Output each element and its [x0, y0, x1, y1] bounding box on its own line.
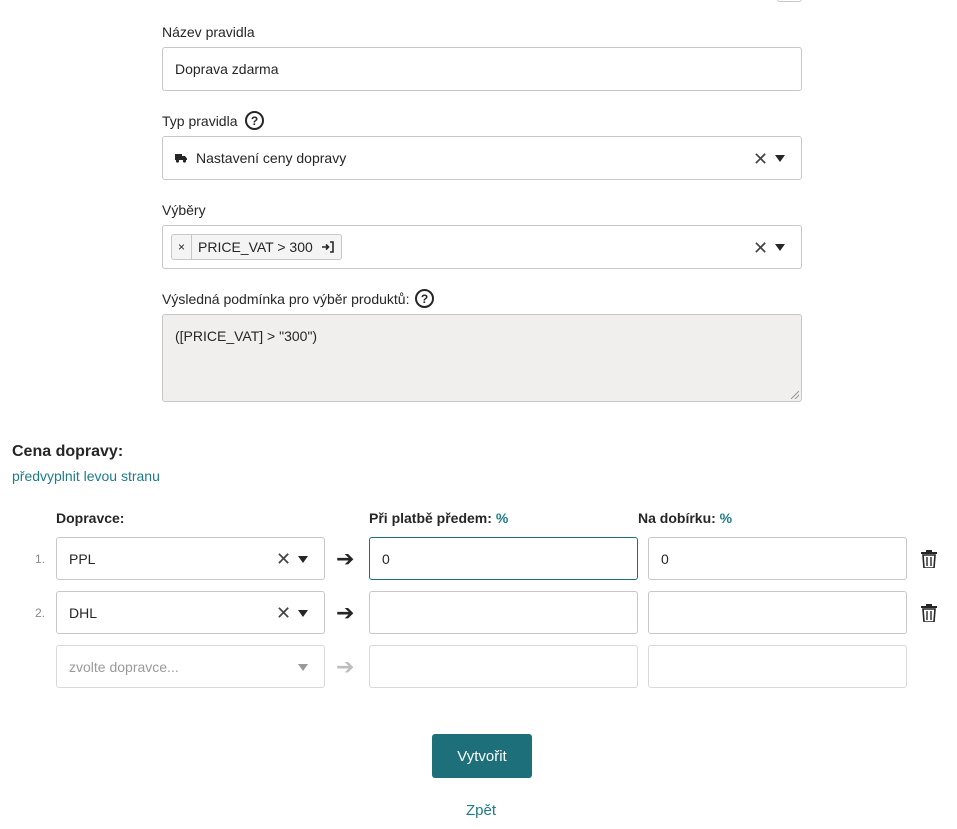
- carrier-clear-icon[interactable]: ✕: [276, 604, 291, 622]
- prepaid-percent-toggle[interactable]: %: [496, 510, 508, 526]
- cod-value: 0: [661, 550, 669, 567]
- selections-select[interactable]: × PRICE_VAT > 300 ✕: [162, 225, 802, 269]
- cod-column-header: Na dobírku: %: [638, 510, 733, 526]
- prepaid-input[interactable]: [369, 591, 638, 634]
- result-condition-help-icon[interactable]: ?: [415, 289, 434, 308]
- row-number: 2.: [35, 606, 46, 620]
- new-cod-input[interactable]: [648, 645, 907, 688]
- rule-name-label: Název pravidla: [162, 24, 255, 40]
- prepaid-column-header: Při platbě předem: %: [369, 510, 509, 526]
- cod-input[interactable]: 0: [648, 537, 907, 580]
- carrier-chevron-down-icon[interactable]: [298, 610, 308, 617]
- prefill-left-link[interactable]: předvyplnit levou stranu: [12, 468, 160, 484]
- carrier-value: PPL: [69, 550, 96, 567]
- selection-tag-remove-icon[interactable]: ×: [172, 235, 192, 259]
- truck-icon: [175, 154, 187, 163]
- result-condition-label: Výsledná podmínka pro výběr produktů:: [162, 291, 410, 307]
- rule-type-value: Nastavení ceny dopravy: [196, 150, 347, 166]
- rule-type-help-icon[interactable]: ?: [245, 111, 264, 130]
- create-button[interactable]: Vytvořit: [432, 734, 532, 778]
- selection-tag: × PRICE_VAT > 300: [171, 234, 342, 260]
- resize-grip-icon: [791, 391, 799, 399]
- edit-tag-icon[interactable]: [321, 241, 335, 253]
- selections-clear-icon[interactable]: ✕: [753, 239, 768, 257]
- rule-name-value: Doprava zdarma: [175, 61, 279, 77]
- arrow-right-icon: ➔: [336, 654, 355, 679]
- prepaid-input[interactable]: 0: [369, 537, 638, 580]
- carrier-column-header: Dopravce:: [56, 510, 125, 526]
- arrow-right-icon: ➔: [336, 546, 355, 571]
- carrier-select[interactable]: PPL ✕: [56, 537, 325, 580]
- row-number: 1.: [35, 552, 46, 566]
- trash-icon[interactable]: [921, 604, 937, 622]
- new-prepaid-input[interactable]: [369, 645, 638, 688]
- new-carrier-select[interactable]: zvolte dopravce...: [56, 645, 325, 688]
- result-condition-value: ([PRICE_VAT] > "300"): [175, 328, 318, 344]
- shipping-price-title: Cena dopravy:: [12, 443, 124, 460]
- rule-type-chevron-down-icon[interactable]: [775, 155, 785, 162]
- back-link[interactable]: Zpět: [466, 802, 496, 819]
- carrier-select[interactable]: DHL ✕: [56, 591, 325, 634]
- new-carrier-placeholder: zvolte dopravce...: [69, 658, 179, 675]
- new-carrier-chevron-down-icon[interactable]: [298, 664, 308, 671]
- cod-input[interactable]: [648, 591, 907, 634]
- rule-name-input[interactable]: Doprava zdarma: [162, 47, 802, 91]
- prepaid-value: 0: [382, 550, 390, 567]
- selection-tag-label: PRICE_VAT > 300: [198, 239, 313, 255]
- rule-type-clear-icon[interactable]: ✕: [753, 150, 768, 168]
- top-checkbox-edge[interactable]: [777, 0, 802, 2]
- carrier-chevron-down-icon[interactable]: [298, 556, 308, 563]
- selections-label: Výběry: [162, 202, 206, 218]
- carrier-value: DHL: [69, 604, 98, 621]
- rule-type-select[interactable]: Nastavení ceny dopravy ✕: [162, 136, 802, 180]
- cod-percent-toggle[interactable]: %: [720, 510, 732, 526]
- arrow-right-icon: ➔: [336, 600, 355, 625]
- trash-icon[interactable]: [921, 550, 937, 568]
- rule-type-label: Typ pravidla: [162, 113, 238, 129]
- result-condition-textarea: ([PRICE_VAT] > "300"): [162, 314, 802, 402]
- selections-chevron-down-icon[interactable]: [775, 244, 785, 251]
- carrier-clear-icon[interactable]: ✕: [276, 550, 291, 568]
